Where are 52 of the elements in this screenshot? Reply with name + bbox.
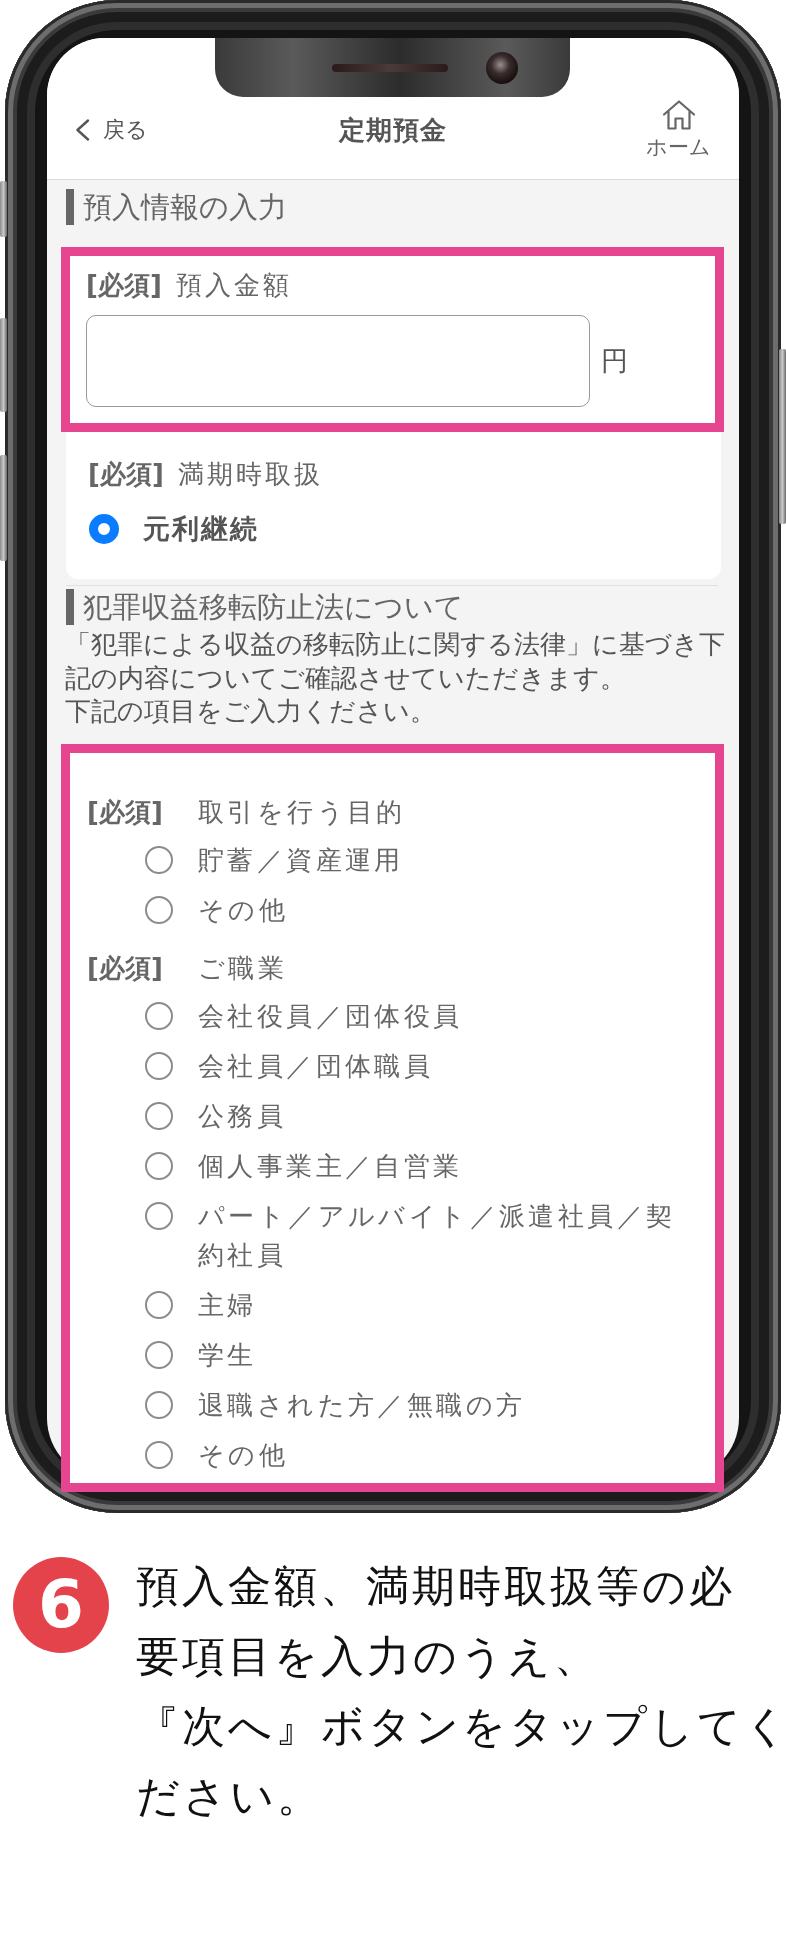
radio-button[interactable] — [89, 514, 119, 544]
section-title: 預入情報の入力 — [83, 189, 287, 225]
option-label: 退職された方／無職の方 — [198, 1388, 526, 1422]
side-button[interactable] — [0, 318, 7, 412]
field-label: 預入金額 — [175, 269, 292, 302]
instruction-text: 預入金額、満期時取扱等の必 要項目を入力のうえ、 『次へ』ボタンをタップしてく ださい。 — [136, 1560, 784, 1823]
side-button[interactable] — [0, 455, 7, 561]
option-label: 学生 — [198, 1338, 257, 1372]
question-label: 取引を行う目的 — [198, 795, 406, 829]
chevron-left-icon — [75, 118, 90, 141]
option-label: その他 — [198, 893, 289, 927]
page-title: 定期預金 — [339, 113, 447, 146]
radio-button[interactable] — [145, 1002, 173, 1030]
question-label: ご職業 — [198, 951, 288, 985]
required-label: [必須] — [86, 269, 162, 302]
home-button[interactable]: ホーム — [646, 100, 711, 159]
radio-button[interactable] — [145, 846, 173, 874]
radio-button[interactable] — [145, 1341, 173, 1369]
radio-button[interactable] — [145, 1391, 173, 1419]
required-label: [必須] — [88, 458, 164, 491]
option-label: その他 — [198, 1438, 289, 1472]
amount-input[interactable] — [86, 315, 590, 407]
option-label: 会社員／団体職員 — [198, 1049, 434, 1083]
option-label: 主婦 — [198, 1288, 257, 1322]
option-label: パート／アルバイト／派遣社員／契約社員 — [198, 1199, 677, 1272]
option-label: 個人事業主／自営業 — [198, 1149, 463, 1183]
speaker-grille-icon — [332, 63, 448, 72]
radio-button[interactable] — [145, 1152, 173, 1180]
side-button[interactable] — [0, 181, 7, 237]
back-button[interactable]: 戻る — [75, 116, 148, 143]
required-label: [必須] — [87, 951, 163, 985]
radio-button[interactable] — [145, 1052, 173, 1080]
section-title: 犯罪収益移転防止法について — [83, 589, 464, 625]
required-label: [必須] — [87, 795, 163, 829]
radio-button[interactable] — [145, 896, 173, 924]
radio-button[interactable] — [145, 1102, 173, 1130]
radio-button[interactable] — [145, 1202, 173, 1230]
radio-button[interactable] — [145, 1441, 173, 1469]
side-button[interactable] — [779, 349, 786, 524]
option-label: 公務員 — [198, 1099, 287, 1133]
radio-button[interactable] — [145, 1291, 173, 1319]
section-bar-icon — [66, 589, 74, 625]
option-label: 元利継続 — [143, 512, 259, 546]
notice-text: 「犯罪による収益の移転防止に関する法律」に基づき下記の内容についてご確認させていただきます。 下記の項目をご入力ください。 — [65, 628, 726, 728]
home-icon — [661, 100, 696, 130]
section-bar-icon — [66, 189, 74, 225]
camera-icon — [486, 51, 518, 84]
step-number-badge: 6 — [13, 1557, 109, 1653]
unit-label: 円 — [601, 344, 628, 378]
field-label: 満期時取扱 — [177, 458, 323, 491]
option-label: 貯蓄／資産運用 — [198, 843, 404, 877]
option-label: 会社役員／団体役員 — [198, 999, 463, 1033]
